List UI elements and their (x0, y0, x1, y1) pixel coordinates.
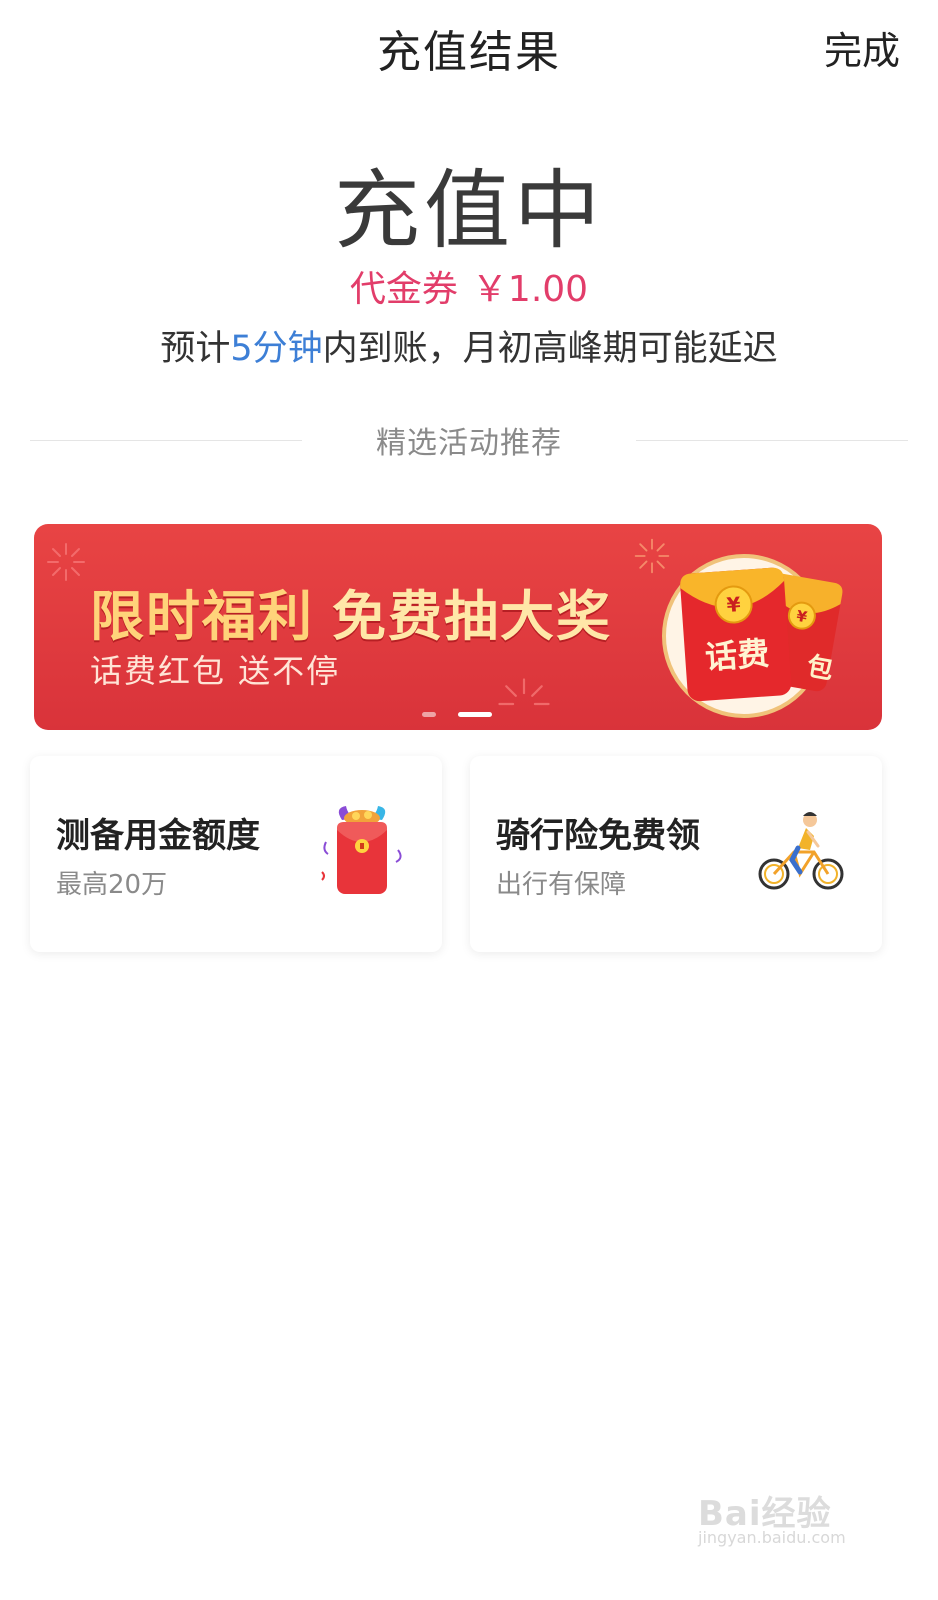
firework-decoration-icon (498, 678, 550, 706)
top-bar: 充值结果 完成 (0, 0, 938, 92)
card-title: 测备用金额度 (56, 816, 260, 856)
envelope-text: 话费 (704, 634, 771, 676)
card-subtitle: 最高20万 (56, 870, 168, 900)
banner-title: 限时福利 免费抽大奖 (90, 572, 612, 651)
done-button[interactable]: 完成 (824, 20, 900, 75)
red-envelope-icon (321, 806, 402, 894)
watermark: Bai经验 jingyan.baidu.com (698, 1470, 878, 1560)
recharge-status: 充值中 (334, 161, 604, 261)
envelope-currency: ¥ (726, 592, 742, 617)
envelope-text-back: 包 (805, 651, 836, 686)
banner-title-part1: 限时福利 (90, 585, 314, 648)
eta-prefix: 预计 (160, 329, 231, 369)
card-loan-quota[interactable]: 测备用金额度 最高20万 (30, 756, 442, 952)
banner-title-part2: 免费抽大奖 (332, 585, 612, 648)
eta-notice: 预计5分钟内到账，月初高峰期可能延迟 (0, 320, 938, 371)
divider-right (636, 440, 908, 441)
carousel-dot-active[interactable] (458, 712, 492, 717)
red-envelope-icon: ¥ 包 ¥ 话费 (662, 554, 843, 718)
watermark-url: jingyan.baidu.com (698, 1528, 846, 1547)
section-header: 精选活动推荐 (30, 418, 908, 461)
card-subtitle: 出行有保障 (496, 870, 627, 900)
card-cycling-insurance[interactable]: 骑行险免费领 出行有保障 (470, 756, 882, 952)
firework-decoration-icon (47, 543, 85, 581)
cyclist-icon (758, 812, 844, 890)
eta-time: 5分钟 (230, 329, 323, 369)
voucher-amount: ￥1.00 (471, 269, 589, 310)
voucher-line: 代金券 ￥1.00 (0, 260, 938, 312)
card-title: 骑行险免费领 (496, 816, 700, 856)
page-title: 充值结果 (377, 27, 561, 78)
eta-suffix: 内到账，月初高峰期可能延迟 (322, 329, 778, 369)
promo-banner[interactable]: 限时福利 免费抽大奖 话费红包 送不停 ¥ 包 ¥ 话费 (34, 524, 882, 730)
voucher-label: 代金券 (349, 269, 458, 310)
carousel-dot[interactable] (422, 712, 436, 717)
banner-subtitle: 话费红包 送不停 (90, 652, 341, 690)
